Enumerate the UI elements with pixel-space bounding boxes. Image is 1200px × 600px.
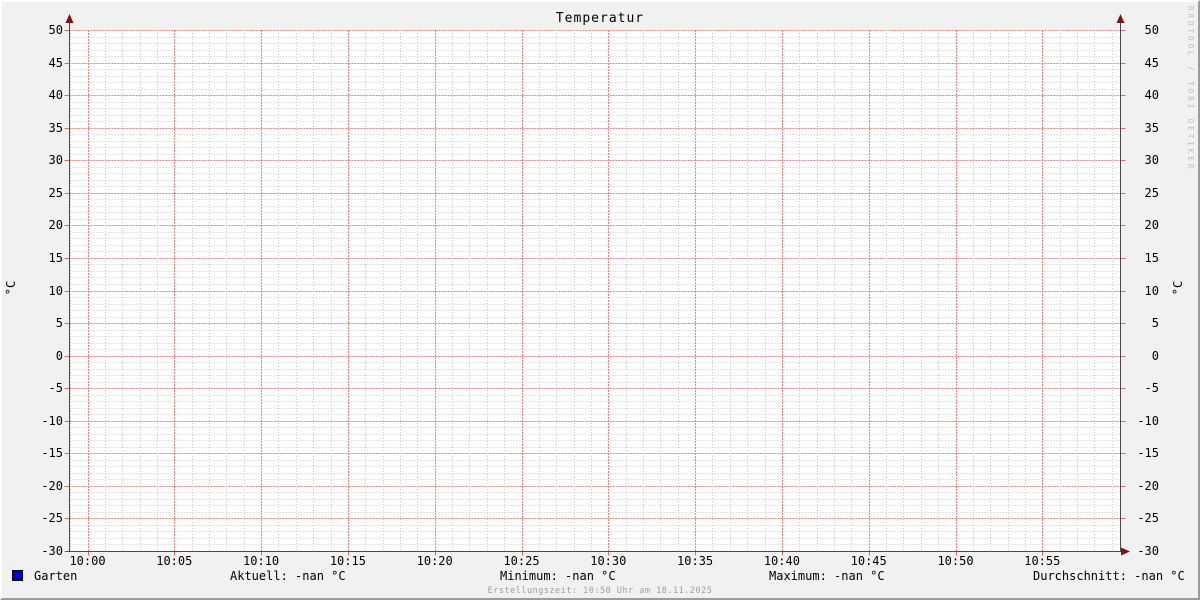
y-tick-label-left: 15 xyxy=(23,252,63,265)
y-tick-label-right: -5 xyxy=(1119,382,1159,395)
x-tick-label: 10:30 xyxy=(578,555,638,568)
y-tick-label-right: 45 xyxy=(1119,57,1159,70)
plot-area xyxy=(2,2,1198,598)
stat-aktuell: Aktuell: -nan °C xyxy=(230,569,346,583)
y-tick-label-right: -15 xyxy=(1119,447,1159,460)
x-tick-label: 10:15 xyxy=(318,555,378,568)
y-tick-label-left: 35 xyxy=(23,122,63,135)
y-tick-label-left: -20 xyxy=(23,480,63,493)
y-tick-label-right: -10 xyxy=(1119,415,1159,428)
stat-maximum: Maximum: -nan °C xyxy=(769,569,885,583)
rrdtool-graph: Temperatur 50454035302520151050-5-10-15-… xyxy=(0,0,1200,600)
y-axis-label-left: °C xyxy=(4,274,18,302)
stat-durchschnitt: Durchschnitt: -nan °C xyxy=(1033,569,1185,583)
y-tick-label-right: 50 xyxy=(1119,24,1159,37)
x-tick-label: 10:10 xyxy=(231,555,291,568)
y-tick-label-left: 0 xyxy=(23,350,63,363)
series-label: Garten xyxy=(34,569,77,583)
x-tick-label: 10:35 xyxy=(665,555,725,568)
x-tick-label: 10:25 xyxy=(492,555,552,568)
y-tick-label-left: 25 xyxy=(23,187,63,200)
y-tick-label-right: 10 xyxy=(1119,285,1159,298)
y-axis-label-right: °C xyxy=(1171,274,1185,302)
x-tick-label: 10:45 xyxy=(839,555,899,568)
y-tick-label-left: -25 xyxy=(23,512,63,525)
y-tick-label-left: 50 xyxy=(23,24,63,37)
y-tick-label-right: -30 xyxy=(1119,545,1159,558)
y-tick-label-right: 5 xyxy=(1119,317,1159,330)
y-tick-label-right: 40 xyxy=(1119,89,1159,102)
x-tick-label: 10:40 xyxy=(752,555,812,568)
x-tick-label: 10:50 xyxy=(926,555,986,568)
stat-minimum: Minimum: -nan °C xyxy=(500,569,616,583)
y-tick-label-left: -5 xyxy=(23,382,63,395)
y-tick-label-right: -20 xyxy=(1119,480,1159,493)
y-tick-label-right: 30 xyxy=(1119,154,1159,167)
legend: Garten Aktuell: -nan °C Minimum: -nan °C… xyxy=(2,569,1198,584)
y-tick-label-right: 35 xyxy=(1119,122,1159,135)
y-tick-label-right: -25 xyxy=(1119,512,1159,525)
y-tick-label-left: 5 xyxy=(23,317,63,330)
y-tick-label-left: -10 xyxy=(23,415,63,428)
x-tick-label: 10:20 xyxy=(405,555,465,568)
rrdtool-watermark: RRDTOOL / TOBI OETIKER xyxy=(1186,6,1195,171)
x-tick-label: 10:55 xyxy=(1012,555,1072,568)
x-tick-label: 10:05 xyxy=(144,555,204,568)
y-tick-label-right: 25 xyxy=(1119,187,1159,200)
y-tick-label-left: 45 xyxy=(23,57,63,70)
y-axis-arrow-left xyxy=(66,14,74,23)
x-tick-label: 10:00 xyxy=(58,555,118,568)
y-tick-label-right: 20 xyxy=(1119,219,1159,232)
y-tick-label-left: 20 xyxy=(23,219,63,232)
y-tick-label-left: 30 xyxy=(23,154,63,167)
y-tick-label-left: -15 xyxy=(23,447,63,460)
y-tick-label-right: 0 xyxy=(1119,350,1159,363)
creation-timestamp: Erstellungszeit: 10:50 Uhr am 18.11.2025 xyxy=(2,586,1198,596)
series-color-swatch xyxy=(12,570,23,581)
y-tick-label-left: 10 xyxy=(23,285,63,298)
y-axis-arrow-right xyxy=(1117,14,1125,23)
y-tick-label-left: 40 xyxy=(23,89,63,102)
y-tick-label-right: 15 xyxy=(1119,252,1159,265)
